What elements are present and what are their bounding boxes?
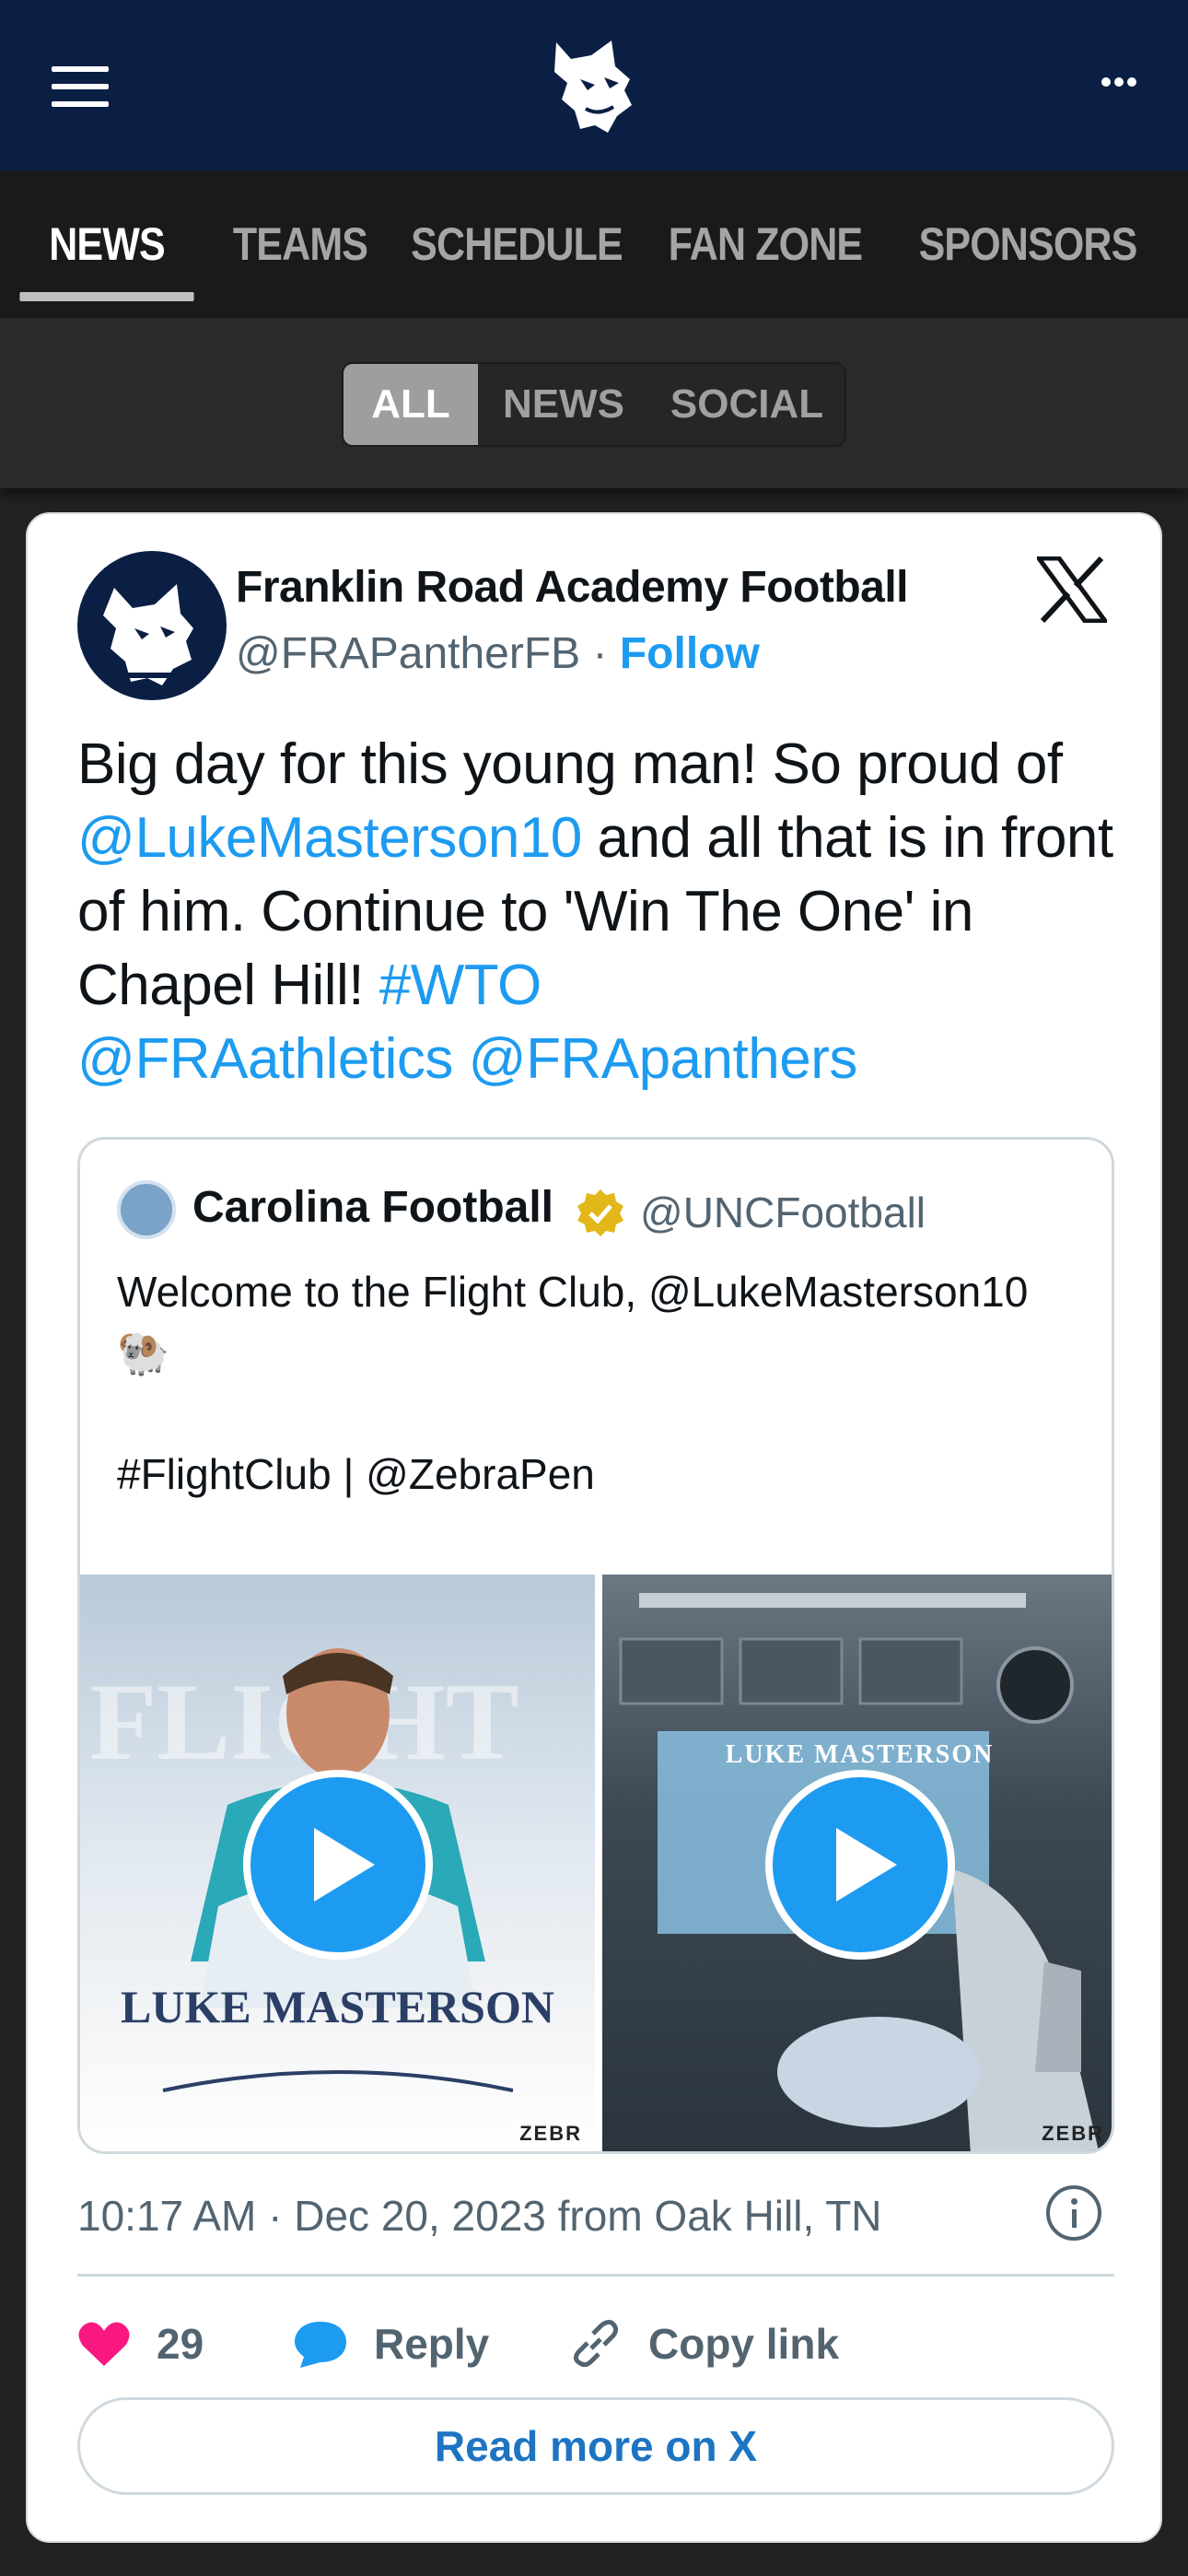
- tab-label: SCHEDULE: [411, 218, 623, 270]
- separator: ·: [580, 629, 620, 678]
- media-watermark: ZEBR: [1042, 2122, 1104, 2145]
- tab-label: FAN ZONE: [668, 218, 863, 270]
- panther-avatar-icon: [103, 584, 193, 685]
- mention-link[interactable]: @FRAathletics: [77, 1027, 453, 1091]
- author-handle[interactable]: @FRAPantherFB: [236, 629, 580, 678]
- x-logo-icon[interactable]: [1037, 556, 1107, 623]
- quoted-tweet[interactable]: Carolina Football @UNCFootball Welcome t…: [77, 1137, 1114, 2154]
- tweet-card: Franklin Road Academy Football @FRAPanth…: [26, 512, 1162, 2543]
- reply-label: Reply: [374, 2320, 490, 2368]
- filter-social[interactable]: SOCIAL: [649, 364, 844, 445]
- media-caption: LUKE MASTERSON: [121, 1981, 554, 2032]
- read-more-on-x-button[interactable]: Read more on X: [77, 2397, 1114, 2495]
- author-handle-line: @FRAPantherFB · Follow: [236, 628, 760, 679]
- filter-segmented-control: ALL NEWS SOCIAL: [342, 362, 846, 447]
- link-icon: [573, 2320, 619, 2368]
- like-count: 29: [157, 2320, 204, 2368]
- video-thumbnail-2[interactable]: LUKE MASTERSON ZEBR: [602, 1575, 1112, 2151]
- verified-badge-icon: [577, 1189, 623, 1236]
- media-caption: LUKE MASTERSON: [725, 1740, 995, 1769]
- more-dots-icon[interactable]: [1101, 77, 1136, 90]
- app-header: [0, 0, 1188, 170]
- author-avatar[interactable]: [77, 551, 227, 700]
- quote-author-avatar: [117, 1180, 176, 1239]
- info-icon[interactable]: [1046, 2185, 1101, 2241]
- media-watermark: ZEBR: [519, 2122, 582, 2145]
- heart-icon: [78, 2322, 130, 2366]
- active-tab-indicator: [19, 292, 194, 301]
- tab-label: NEWS: [49, 218, 165, 270]
- like-button[interactable]: 29: [77, 2319, 293, 2369]
- media-grid: FLIGHT LUKE MASTERSON ZEBR: [80, 1575, 1112, 2151]
- tab-fan-zone[interactable]: FAN ZONE: [658, 170, 872, 318]
- filter-bar: ALL NEWS SOCIAL: [0, 318, 1188, 488]
- mention-link[interactable]: @FRApanthers: [469, 1027, 858, 1091]
- tweet-text-part: Big day for this young man! So proud of: [77, 732, 1063, 796]
- filter-news[interactable]: NEWS: [478, 364, 649, 445]
- hashtag-link[interactable]: #WTO: [379, 954, 542, 1017]
- reply-bubble-icon: [295, 2322, 346, 2368]
- tab-schedule[interactable]: SCHEDULE: [410, 170, 623, 318]
- tab-teams[interactable]: TEAMS: [221, 170, 379, 318]
- tab-sponsors[interactable]: SPONSORS: [909, 170, 1147, 318]
- quote-author-handle: @UNCFootball: [640, 1188, 926, 1236]
- mention-link[interactable]: @LukeMasterson10: [77, 806, 582, 870]
- tweet-text: Big day for this young man! So proud of …: [77, 728, 1127, 1096]
- tweet-actions: 29 Reply Copy link: [77, 2307, 839, 2381]
- divider: [77, 2274, 1114, 2277]
- hamburger-menu-icon[interactable]: [52, 66, 109, 107]
- tab-label: SPONSORS: [918, 218, 1138, 270]
- main-nav: NEWS TEAMS SCHEDULE FAN ZONE SPONSORS: [0, 170, 1188, 318]
- reply-button[interactable]: Reply: [293, 2318, 569, 2370]
- tweet-timestamp[interactable]: 10:17 AM · Dec 20, 2023 from Oak Hill, T…: [77, 2191, 882, 2241]
- tab-label: TEAMS: [232, 218, 368, 270]
- play-button-icon[interactable]: [242, 1770, 433, 1960]
- quote-author-name: Carolina Football: [192, 1183, 554, 1232]
- copy-link-button[interactable]: Copy link: [569, 2317, 839, 2371]
- follow-link[interactable]: Follow: [620, 629, 760, 678]
- author-name[interactable]: Franklin Road Academy Football: [236, 562, 909, 613]
- tab-news[interactable]: NEWS: [19, 170, 194, 318]
- copy-link-label: Copy link: [648, 2320, 840, 2368]
- panther-logo[interactable]: [543, 31, 645, 138]
- quote-text: Welcome to the Flight Club, @LukeMasters…: [117, 1268, 1029, 1498]
- video-thumbnail-1[interactable]: FLIGHT LUKE MASTERSON ZEBR: [80, 1575, 595, 2151]
- play-button-icon[interactable]: [764, 1770, 955, 1960]
- filter-all[interactable]: ALL: [344, 364, 478, 445]
